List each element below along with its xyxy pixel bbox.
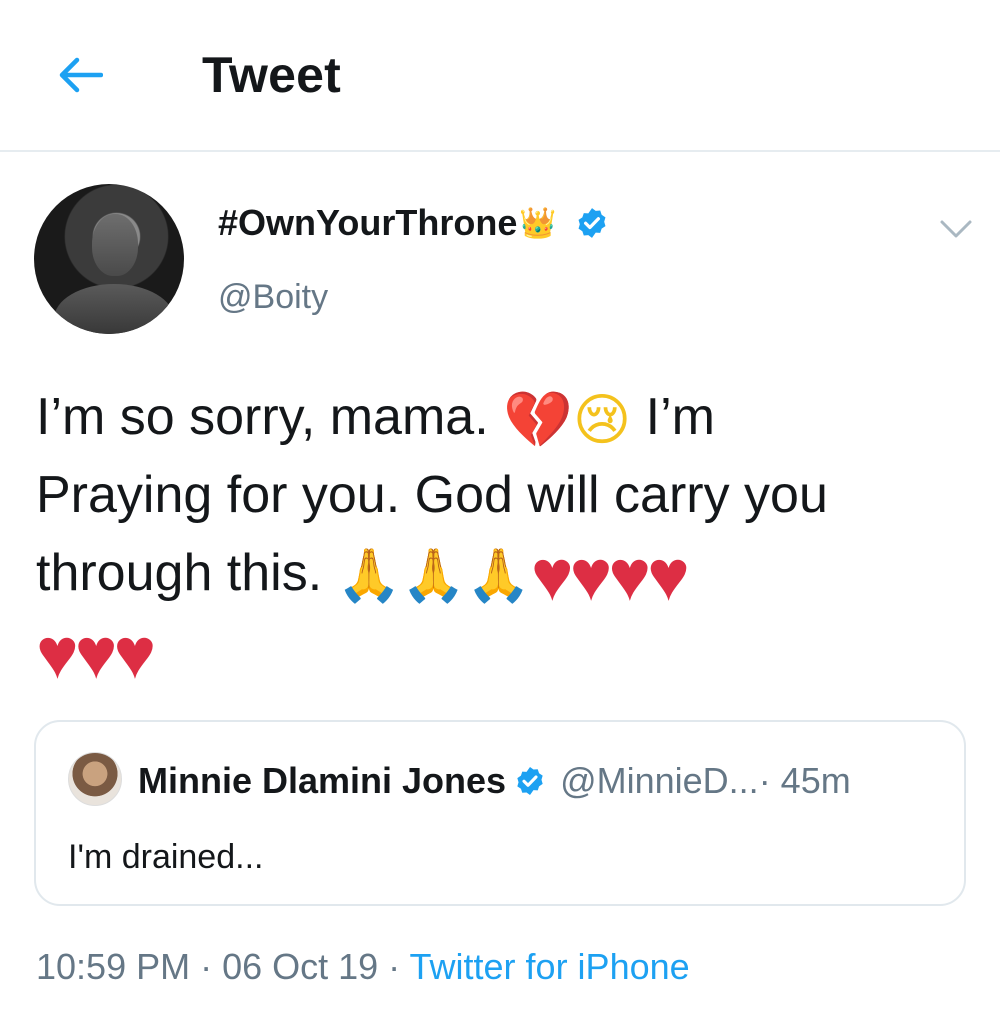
tweet-body: I’m so sorry, mama. 💔😢 I’m Praying for y… — [36, 378, 976, 690]
tweet-text-segment: I’m — [645, 388, 715, 446]
crying-face-icon: 😢 — [572, 388, 632, 452]
broken-heart-icon: 💔 — [503, 388, 573, 452]
red-heart-icon: ♥ — [36, 614, 79, 695]
red-heart-icon: ♥ — [647, 536, 690, 617]
tweet-text-segment: I’m so sorry, mama. — [36, 388, 489, 446]
tweet-timestamp: 10:59 PM · 06 Oct 19 · — [36, 946, 410, 987]
author-display-name[interactable]: #OwnYourThrone 👑 — [218, 202, 609, 244]
tweet-text-segment: through this. — [36, 544, 323, 602]
quoted-author-handle: @MinnieD... — [560, 760, 759, 801]
verified-badge-icon — [517, 767, 543, 795]
crown-icon: 👑 — [519, 206, 557, 240]
tweet-line-4: ♥♥♥ — [36, 612, 976, 690]
tweet-meta: 10:59 PM · 06 Oct 19 · Twitter for iPhon… — [36, 946, 690, 988]
quoted-author-name: Minnie Dlamini Jones — [138, 760, 507, 801]
red-heart-icon: ♥ — [74, 614, 118, 695]
tweet-line-1: I’m so sorry, mama. 💔😢 I’m — [36, 378, 976, 456]
verified-badge-icon — [578, 208, 606, 238]
folded-hands-icon: 🙏 — [401, 547, 467, 606]
quoted-author-row: Minnie Dlamini Jones @MinnieD... · 45m — [138, 760, 851, 802]
top-app-bar: Tweet — [0, 0, 1000, 152]
back-arrow-icon — [59, 57, 103, 93]
red-heart-icon: ♥ — [569, 536, 613, 617]
page-title: Tweet — [202, 47, 341, 103]
tweet-line-3: through this. 🙏🙏🙏♥♥♥♥ — [36, 534, 976, 612]
red-heart-icon: ♥ — [530, 536, 574, 617]
display-name-text: #OwnYourThrone — [218, 202, 518, 243]
quoted-tweet-text: I'm drained... — [68, 838, 264, 876]
author-handle[interactable]: @Boity — [218, 278, 328, 317]
red-heart-icon: ♥ — [113, 614, 157, 695]
back-button[interactable] — [52, 50, 108, 100]
tweet-source-link[interactable]: Twitter for iPhone — [410, 946, 690, 987]
author-avatar[interactable] — [34, 184, 184, 334]
folded-hands-icon: 🙏 — [336, 547, 402, 606]
quoted-tweet-card[interactable]: Minnie Dlamini Jones @MinnieD... · 45m I… — [34, 720, 966, 906]
red-heart-icon: ♥ — [608, 536, 652, 617]
folded-hands-icon: 🙏 — [466, 547, 531, 606]
quoted-author-avatar — [68, 752, 122, 806]
tweet-line-2: Praying for you. God will carry you — [36, 466, 828, 524]
chevron-down-icon[interactable] — [934, 214, 978, 244]
quoted-time: · 45m — [758, 760, 851, 801]
